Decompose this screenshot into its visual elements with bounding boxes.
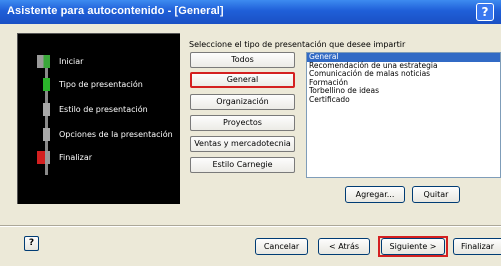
footer-separator-highlight xyxy=(0,226,501,227)
cancel-button[interactable]: Cancelar xyxy=(255,238,308,255)
step-label: Estilo de presentación xyxy=(59,105,148,114)
step-opciones-de-la-presentacion[interactable]: Opciones de la presentación xyxy=(37,128,187,142)
category-button-todos[interactable]: Todos xyxy=(190,52,295,68)
remove-button[interactable]: Quitar xyxy=(412,186,460,203)
step-label: Finalizar xyxy=(59,153,93,162)
step-pending-marker-icon xyxy=(43,103,50,116)
help-button[interactable]: ? xyxy=(24,236,39,251)
finish-button[interactable]: Finalizar xyxy=(453,238,501,255)
step-iniciar[interactable]: Iniciar xyxy=(37,55,187,69)
step-finalizar[interactable]: Finalizar xyxy=(37,151,187,165)
title-help-button[interactable]: ? xyxy=(476,3,494,21)
category-button-general[interactable]: General xyxy=(190,72,295,88)
category-button-ventas[interactable]: Ventas y mercadotecnia xyxy=(190,136,295,152)
title-bar: Asistente para autocontenido - [General]… xyxy=(0,0,501,24)
presentation-type-listbox[interactable]: General Recomendación de una estrategia … xyxy=(306,52,501,178)
step-label: Tipo de presentación xyxy=(59,80,143,89)
step-start-marker-icon xyxy=(37,55,50,68)
wizard-steps-panel: Iniciar Tipo de presentación Estilo de p… xyxy=(17,33,180,204)
category-button-proyectos[interactable]: Proyectos xyxy=(190,115,295,131)
next-button[interactable]: Siguiente > xyxy=(381,238,445,255)
back-button[interactable]: < Atrás xyxy=(318,238,370,255)
step-tipo-de-presentacion[interactable]: Tipo de presentación xyxy=(37,78,187,92)
step-label: Opciones de la presentación xyxy=(59,130,173,139)
category-button-estilo-carnegie[interactable]: Estilo Carnegie xyxy=(190,157,295,173)
category-button-organizacion[interactable]: Organización xyxy=(190,94,295,110)
step-finish-marker-icon xyxy=(37,151,50,164)
instruction-text: Seleccione el tipo de presentación que d… xyxy=(189,40,406,49)
step-estilo-de-presentacion[interactable]: Estilo de presentación xyxy=(37,103,187,117)
step-current-marker-icon xyxy=(43,78,50,91)
window-title: Asistente para autocontenido - [General] xyxy=(7,5,224,17)
step-pending-marker-icon xyxy=(43,128,50,141)
list-item[interactable]: Certificado xyxy=(307,95,500,105)
step-label: Iniciar xyxy=(59,57,84,66)
add-button[interactable]: Agregar... xyxy=(345,186,405,203)
